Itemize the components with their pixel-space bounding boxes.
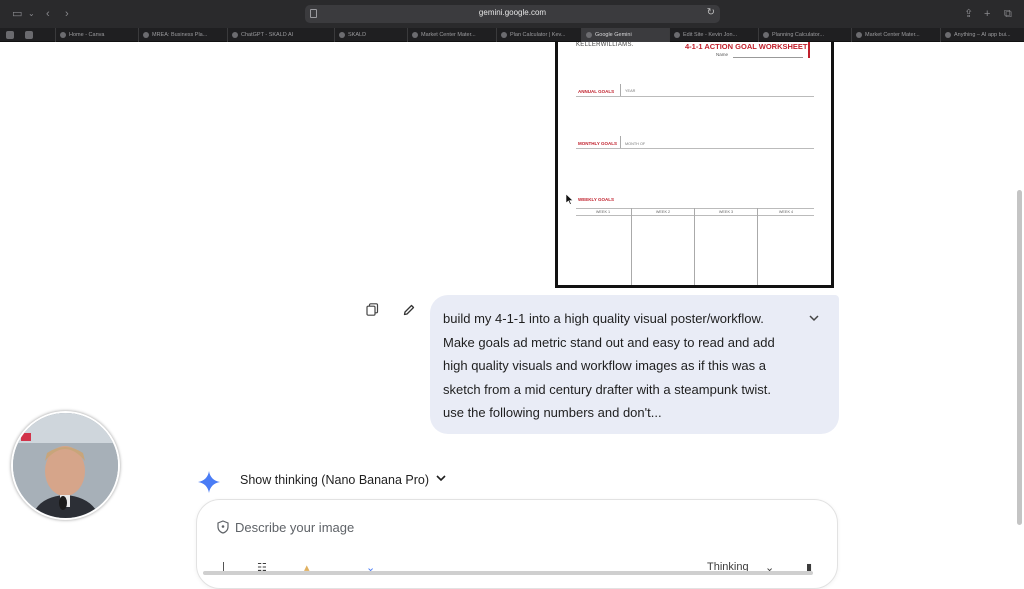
tab-chatgpt[interactable]: ChatGPT - SKALD AI <box>227 28 334 42</box>
worksheet-name-line <box>733 57 803 58</box>
pencil-icon <box>403 304 415 316</box>
week-3-header: WEEK 3 <box>718 210 734 214</box>
favicon-icon <box>856 32 862 38</box>
weekly-goals-label: WEEKLY GOALS <box>578 197 615 202</box>
user-message-text: build my 4-1-1 into a high quality visua… <box>443 311 775 420</box>
worksheet-title-rule <box>808 42 810 58</box>
worksheet-name-label: Name <box>716 52 729 57</box>
sidebar-toggle-icon[interactable]: ▭ <box>12 8 22 20</box>
favicon-icon <box>501 32 507 38</box>
sidebar-chevron-icon[interactable]: ⌄ <box>28 8 35 20</box>
tab-overview-icon[interactable]: ⧉ <box>1004 8 1012 20</box>
new-tab-icon[interactable]: + <box>984 8 990 20</box>
uploaded-worksheet-image[interactable]: KELLERWILLIAMS. 4-1-1 ACTION GOAL WORKSH… <box>555 42 834 288</box>
chevron-down-icon <box>809 315 819 322</box>
shield-icon <box>217 520 229 534</box>
chevron-down-icon <box>436 475 446 482</box>
tab-home-canva[interactable]: Home - Canva <box>55 28 138 42</box>
tab-market-center[interactable]: Market Center Mater... <box>407 28 496 42</box>
favicon-icon <box>674 32 680 38</box>
browser-toolbar: ▭ ⌄ ‹ › gemini.google.com ↻ ⇪ + ⧉ <box>0 0 1024 28</box>
vertical-scrollbar[interactable] <box>1017 190 1022 525</box>
presenter-video <box>13 413 118 518</box>
copy-icon <box>365 303 378 316</box>
tab-bar: Home - Canva MREA: Business Pla... ChatG… <box>0 28 1024 42</box>
copy-button[interactable] <box>362 302 382 322</box>
pinned-tab-icon[interactable] <box>6 31 14 39</box>
favicon-icon <box>60 32 66 38</box>
reload-icon[interactable]: ↻ <box>707 7 715 18</box>
share-icon[interactable]: ⇪ <box>964 8 973 20</box>
week-1-header: WEEK 1 <box>595 210 611 214</box>
mouse-cursor-icon <box>566 194 574 205</box>
forward-icon[interactable]: › <box>65 8 69 20</box>
monthly-goals-label: MONTHLY GOALS <box>578 141 618 146</box>
user-message-bubble: build my 4-1-1 into a high quality visua… <box>430 295 839 434</box>
favicon-icon <box>763 32 769 38</box>
monthly-divider <box>620 136 621 148</box>
tab-edit-site[interactable]: Edit Site - Kevin Jon... <box>669 28 758 42</box>
horizontal-scrollbar[interactable] <box>203 571 813 575</box>
gemini-spark-icon <box>198 471 220 493</box>
tab-market-center-2[interactable]: Market Center Mater... <box>851 28 940 42</box>
week-divider <box>694 208 695 285</box>
favicon-icon <box>143 32 149 38</box>
weekly-header-line <box>576 215 814 216</box>
address-bar[interactable]: gemini.google.com ↻ <box>305 5 720 23</box>
annual-sub-label: YEAR <box>625 89 636 93</box>
week-2-header: WEEK 2 <box>655 210 671 214</box>
expand-message-button[interactable] <box>809 313 819 325</box>
tab-plan-calculator[interactable]: Plan Calculator | Kev... <box>496 28 581 42</box>
edit-button[interactable] <box>399 302 419 322</box>
favicon-icon <box>945 32 951 38</box>
worksheet-title: 4-1-1 ACTION GOAL WORKSHEET <box>685 42 808 51</box>
show-thinking-toggle[interactable]: Show thinking (Nano Banana Pro) <box>240 473 429 487</box>
week-divider <box>631 208 632 285</box>
pinned-tab-icon[interactable] <box>25 31 33 39</box>
tab-anything[interactable]: Anything – AI app bui... <box>940 28 1024 42</box>
tab-google-gemini[interactable]: Google Gemini <box>581 28 669 42</box>
worksheet-brand: KELLERWILLIAMS. <box>576 42 634 48</box>
webcam-overlay <box>11 411 120 520</box>
annual-goals-label: ANNUAL GOALS <box>578 89 615 94</box>
monthly-sub-label: MONTH OF <box>625 142 646 146</box>
favicon-icon <box>232 32 238 38</box>
tab-skald[interactable]: SKALD <box>334 28 407 42</box>
monthly-line <box>576 148 814 149</box>
prompt-placeholder: Describe your image <box>235 520 355 535</box>
week-4-header: WEEK 4 <box>778 210 794 214</box>
annual-divider <box>620 84 621 96</box>
show-thinking-chevron[interactable] <box>436 473 446 485</box>
week-divider <box>757 208 758 285</box>
favicon-icon <box>412 32 418 38</box>
tab-mrea[interactable]: MREA: Business Pla... <box>138 28 227 42</box>
url-text: gemini.google.com <box>478 8 547 17</box>
favicon-icon <box>586 32 592 38</box>
back-icon[interactable]: ‹ <box>46 8 50 20</box>
weekly-top-line <box>576 208 814 209</box>
annual-line <box>576 96 814 97</box>
favicon-icon <box>339 32 345 38</box>
tab-planning-calculator[interactable]: Planning Calculator... <box>758 28 851 42</box>
